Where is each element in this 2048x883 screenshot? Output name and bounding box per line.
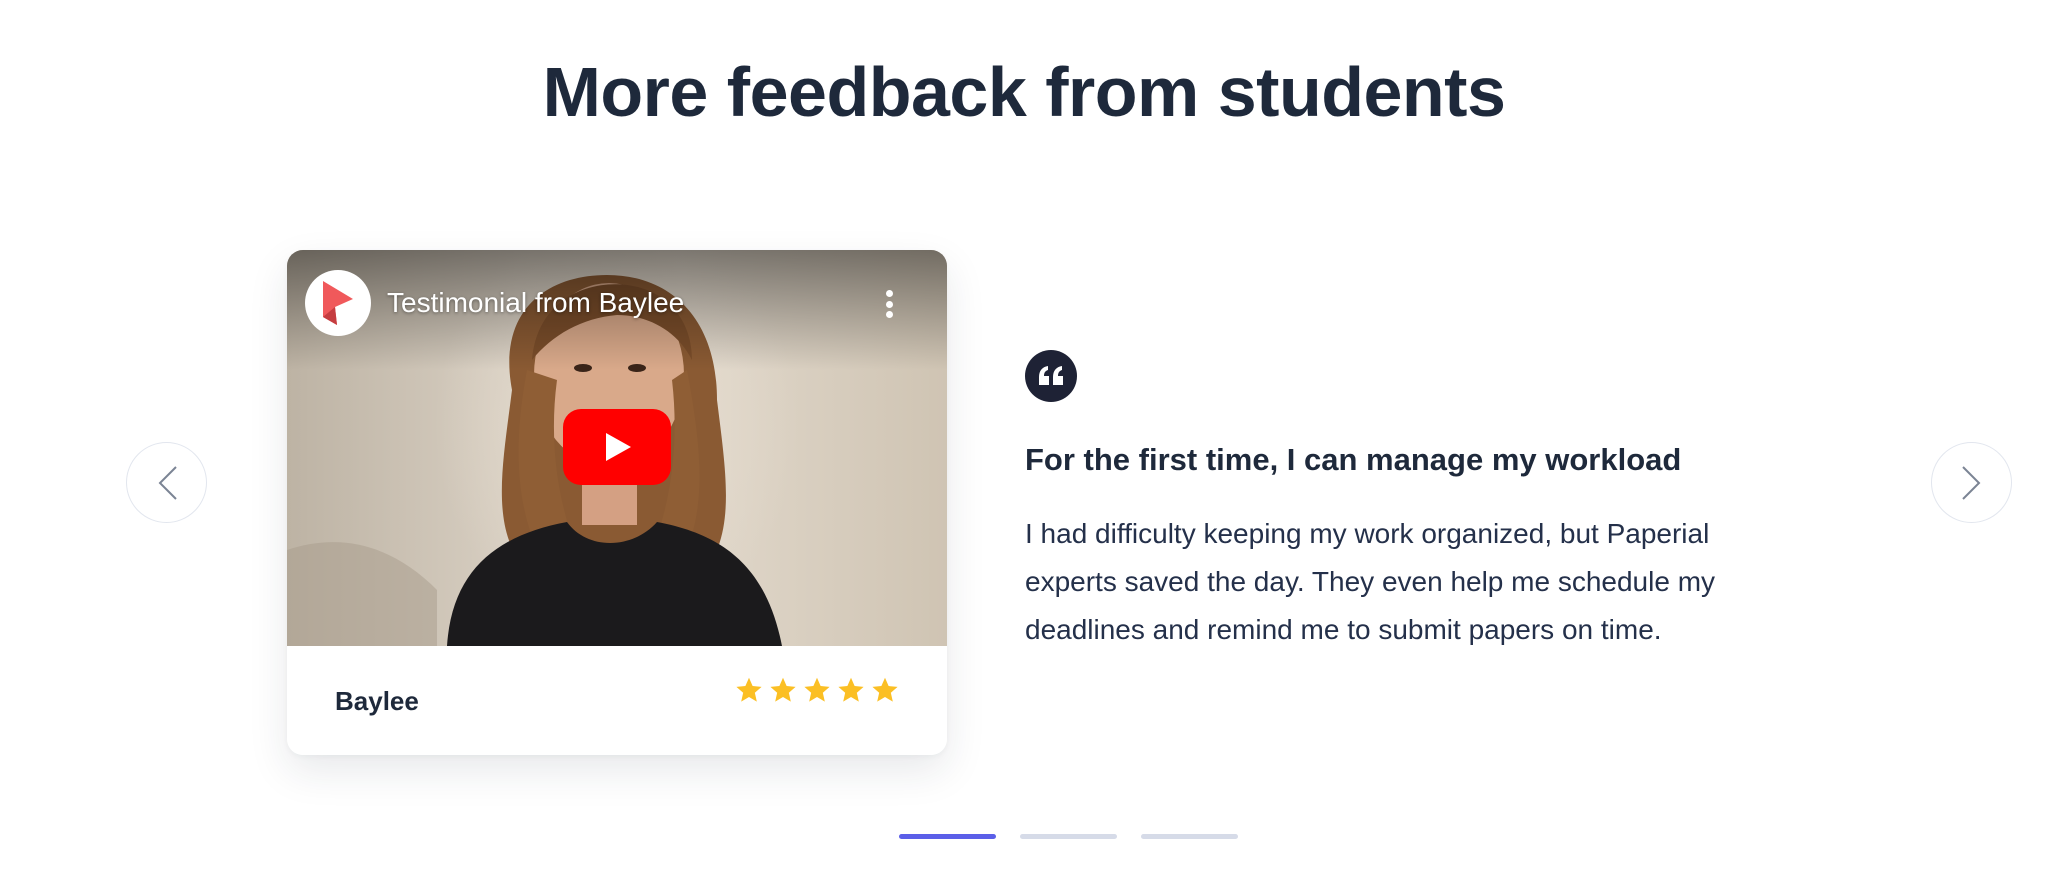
- feedback-section: More feedback from students Testimonial …: [0, 0, 2048, 883]
- testimonial-video-card: Testimonial from Baylee Baylee: [287, 250, 947, 755]
- card-footer: Baylee: [287, 646, 947, 755]
- carousel-prev-button[interactable]: [126, 442, 207, 523]
- star-icon: [736, 677, 762, 702]
- play-icon: [606, 433, 631, 461]
- channel-logo-icon[interactable]: [305, 270, 371, 336]
- youtube-play-button[interactable]: [563, 409, 671, 485]
- video-title[interactable]: Testimonial from Baylee: [387, 286, 684, 320]
- testimonial-body: I had difficulty keeping my work organiz…: [1025, 510, 1825, 654]
- chevron-left-icon: [158, 465, 177, 500]
- quote-icon: [1025, 350, 1077, 402]
- star-icon: [838, 677, 864, 702]
- star-rating: [735, 676, 899, 704]
- section-title: More feedback from students: [542, 53, 1506, 131]
- carousel-next-button[interactable]: [1931, 442, 2012, 523]
- pagination-dot-2[interactable]: [1020, 834, 1117, 839]
- more-vertical-icon[interactable]: [877, 286, 901, 322]
- author-name: Baylee: [335, 686, 419, 716]
- carousel-pagination: [899, 834, 1238, 839]
- pagination-dot-1[interactable]: [899, 834, 996, 839]
- star-icon: [770, 677, 796, 702]
- testimonial-body-line: deadlines and remind me to submit papers…: [1025, 614, 1662, 645]
- chevron-right-icon: [1961, 465, 1980, 500]
- star-icon: [804, 677, 830, 702]
- testimonial-heading: For the first time, I can manage my work…: [1025, 442, 1682, 477]
- testimonial-body-line: I had difficulty keeping my work organiz…: [1025, 518, 1710, 549]
- testimonial-body-line: experts saved the day. They even help me…: [1025, 566, 1716, 597]
- star-icon: [872, 677, 898, 702]
- video-player[interactable]: Testimonial from Baylee: [287, 250, 947, 646]
- pagination-dot-3[interactable]: [1141, 834, 1238, 839]
